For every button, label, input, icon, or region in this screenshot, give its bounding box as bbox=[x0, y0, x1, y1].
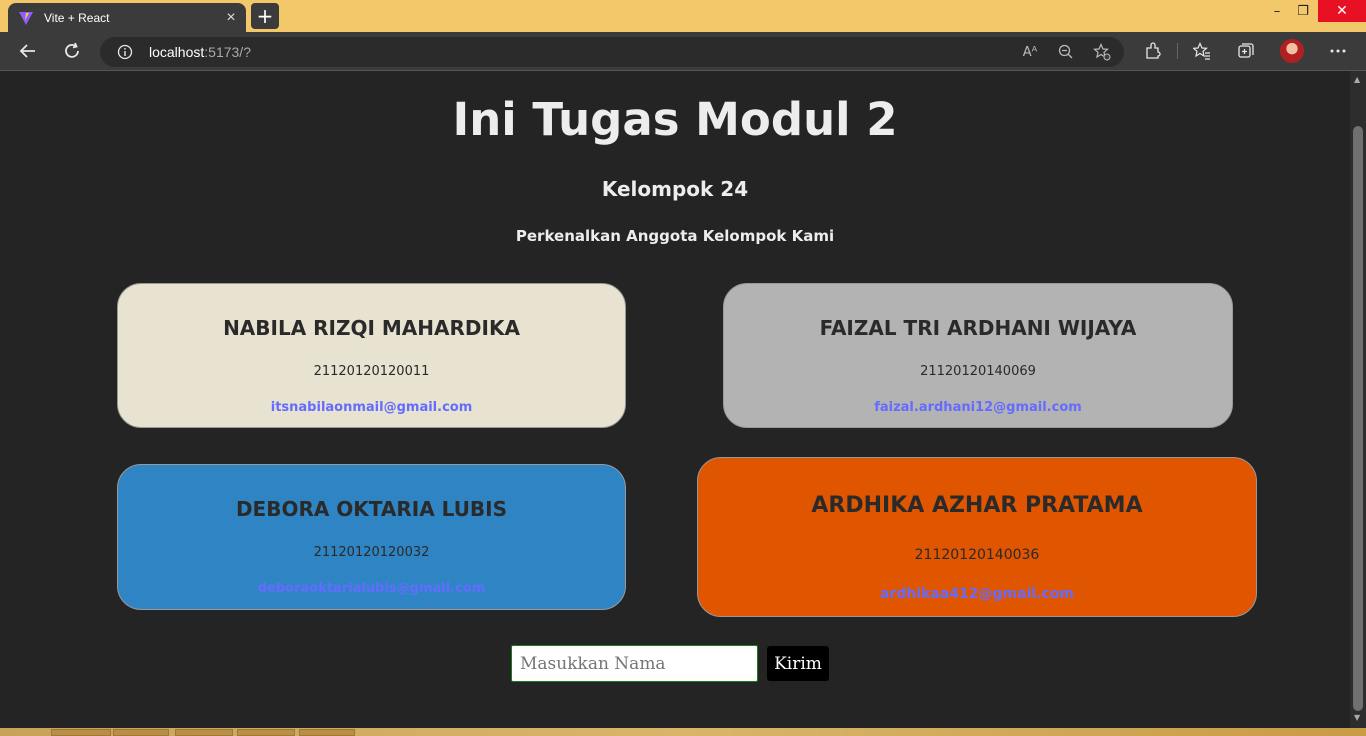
url-text[interactable]: localhost:5173/? bbox=[149, 44, 251, 60]
member-name: NABILA RIZQI MAHARDIKA bbox=[223, 316, 520, 340]
member-email[interactable]: ardhikaa412@gmail.com bbox=[698, 586, 1256, 602]
member-name: DEBORA OKTARIA LUBIS bbox=[235, 497, 508, 521]
page-viewport: Ini Tugas Modul 2 Kelompok 24 Perkenalka… bbox=[0, 71, 1350, 728]
send-button[interactable]: Kirim bbox=[767, 646, 829, 681]
scroll-thumb[interactable] bbox=[1353, 126, 1363, 711]
address-bar[interactable]: localhost:5173/? Aᴬ bbox=[100, 37, 1124, 67]
group-heading: Kelompok 24 bbox=[601, 177, 749, 201]
taskbar-app-button[interactable] bbox=[175, 729, 233, 736]
member-nim: 21120120120032 bbox=[313, 545, 430, 560]
name-input[interactable] bbox=[511, 645, 758, 682]
member-name: ARDHIKA AZHAR PRATAMA bbox=[811, 493, 1143, 518]
scroll-up-arrow-icon[interactable]: ▲ bbox=[1354, 75, 1360, 84]
zoom-out-icon[interactable] bbox=[1057, 43, 1075, 61]
member-name: FAIZAL TRI ARDHANI WIJAYA bbox=[819, 316, 1137, 340]
read-aloud-icon[interactable]: Aᴬ bbox=[1021, 43, 1039, 61]
add-favorite-icon[interactable] bbox=[1093, 43, 1111, 61]
member-card: NABILA RIZQI MAHARDIKA 21120120120011 it… bbox=[117, 283, 626, 428]
taskbar-app-button[interactable] bbox=[299, 729, 355, 736]
new-tab-button[interactable]: + bbox=[251, 3, 279, 29]
member-card-highlighted: ARDHIKA AZHAR PRATAMA 21120120140036 ard… bbox=[697, 457, 1257, 617]
more-menu-icon[interactable] bbox=[1327, 40, 1349, 62]
member-email[interactable]: faizal.ardhani12@gmail.com bbox=[724, 400, 1232, 415]
browser-toolbar: localhost:5173/? Aᴬ bbox=[0, 32, 1366, 71]
toolbar-divider bbox=[1177, 43, 1178, 59]
maximize-button[interactable]: ❐ bbox=[1292, 0, 1314, 22]
member-email[interactable]: itsnabilaonmail@gmail.com bbox=[118, 400, 625, 415]
tab-title: Vite + React bbox=[44, 10, 110, 25]
browser-titlebar: Vite + React × + – ❐ ✕ bbox=[0, 0, 1366, 32]
collections-icon[interactable] bbox=[1235, 40, 1257, 62]
member-card: DEBORA OKTARIA LUBIS 21120120120032 debo… bbox=[117, 464, 626, 610]
url-path: :5173/? bbox=[204, 44, 251, 60]
member-email[interactable]: deboraoktarialubis@gmail.com bbox=[118, 581, 625, 596]
taskbar-app-button[interactable] bbox=[113, 729, 169, 736]
extensions-icon[interactable] bbox=[1142, 40, 1164, 62]
member-nim: 21120120140036 bbox=[914, 547, 1040, 563]
intro-heading: Perkenalkan Anggota Kelompok Kami bbox=[515, 227, 835, 245]
taskbar-app-button[interactable] bbox=[51, 729, 111, 736]
vite-logo-icon bbox=[19, 11, 33, 25]
url-host: localhost bbox=[149, 44, 205, 60]
back-arrow-icon[interactable] bbox=[17, 40, 39, 62]
member-nim: 21120120120011 bbox=[313, 364, 430, 379]
page-title: Ini Tugas Modul 2 bbox=[452, 93, 898, 146]
close-window-button[interactable]: ✕ bbox=[1318, 0, 1366, 22]
taskbar-app-button[interactable] bbox=[237, 729, 295, 736]
scroll-down-arrow-icon[interactable]: ▼ bbox=[1354, 713, 1360, 722]
tab-close-icon[interactable]: × bbox=[220, 9, 242, 27]
refresh-icon[interactable] bbox=[61, 40, 83, 62]
browser-tab[interactable]: Vite + React × bbox=[8, 3, 246, 32]
info-icon[interactable] bbox=[117, 44, 133, 60]
vertical-scrollbar[interactable]: ▲ ▼ bbox=[1350, 71, 1366, 728]
minimize-button[interactable]: – bbox=[1266, 0, 1288, 22]
favorites-icon[interactable] bbox=[1191, 40, 1213, 62]
member-nim: 21120120140069 bbox=[920, 364, 1036, 379]
profile-avatar[interactable] bbox=[1280, 39, 1304, 63]
member-card: FAIZAL TRI ARDHANI WIJAYA 21120120140069… bbox=[723, 283, 1233, 428]
